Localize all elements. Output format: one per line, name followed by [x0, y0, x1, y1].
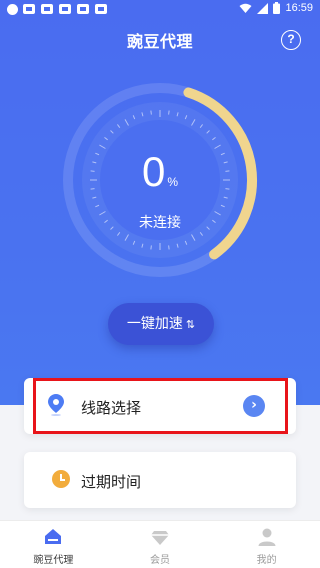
bottom-tab-bar: 豌豆代理 会员 我的: [0, 520, 320, 568]
notification-icons: [22, 3, 108, 15]
gauge-tick: [168, 245, 170, 250]
gauge-tick: [150, 110, 152, 115]
percent-value: 0: [141, 148, 166, 195]
connection-percent: 0%: [60, 150, 260, 204]
user-icon: [258, 528, 276, 546]
diamond-icon: [151, 531, 169, 545]
app-icon: [23, 4, 35, 14]
tab-label: 会员: [150, 555, 170, 566]
notification-dot-icon: [7, 4, 18, 15]
signal-icon: [257, 2, 269, 14]
expire-time-card[interactable]: 过期时间: [24, 452, 296, 508]
system-status: 16:59: [239, 2, 313, 14]
help-button[interactable]: ?: [281, 30, 301, 50]
battery-icon: [273, 2, 281, 14]
hero-panel: 16:59 豌豆代理 ? 0% 未连接 一键加速 ⇅: [0, 0, 320, 405]
expire-time-label: 过期时间: [81, 473, 142, 491]
app-icon: [59, 4, 71, 14]
gauge-tick: [168, 110, 170, 115]
swap-arrows-icon: ⇅: [185, 318, 196, 331]
home-icon: [45, 529, 62, 544]
highlight-outline: [33, 378, 288, 434]
tab-membership[interactable]: 会员: [107, 521, 214, 568]
tab-mine[interactable]: 我的: [213, 521, 320, 568]
clock-time: 16:59: [285, 2, 313, 14]
wifi-icon: [239, 3, 252, 13]
status-bar: 16:59: [0, 0, 320, 20]
connection-status: 未连接: [139, 215, 181, 231]
app-icon: [41, 4, 53, 14]
percent-unit: %: [167, 175, 179, 189]
tab-label: 豌豆代理: [33, 555, 74, 566]
tab-label: 我的: [256, 555, 277, 566]
one-click-accelerate-button[interactable]: 一键加速 ⇅: [108, 303, 214, 345]
title-bar: 豌豆代理 ?: [0, 28, 320, 56]
page-title: 豌豆代理: [126, 32, 193, 51]
accelerate-label: 一键加速: [126, 316, 183, 332]
tab-home[interactable]: 豌豆代理: [0, 521, 107, 568]
clock-icon: [52, 470, 70, 488]
gauge-readout: 0% 未连接: [60, 150, 260, 232]
app-icon: [77, 4, 89, 14]
app-icon: [95, 4, 107, 14]
gauge-tick: [150, 245, 152, 250]
